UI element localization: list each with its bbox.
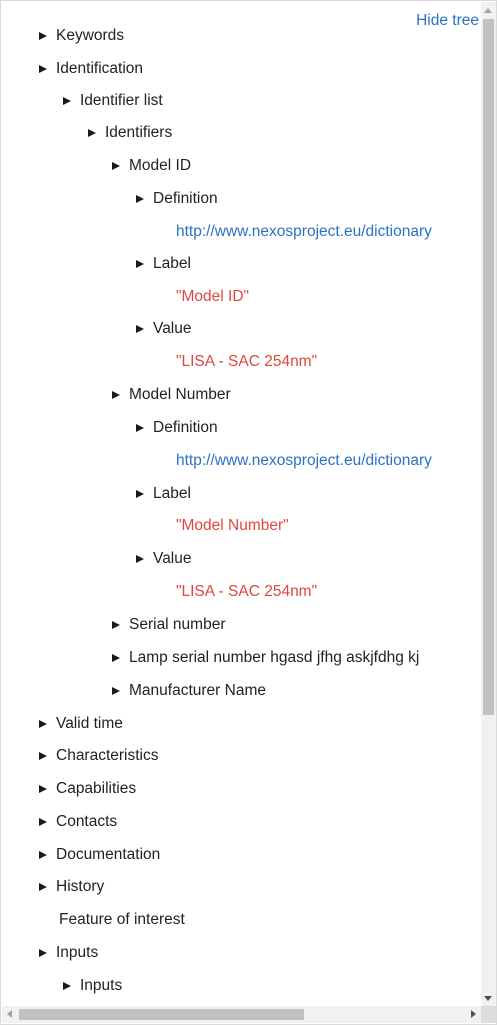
tree-node-label: Keywords xyxy=(56,27,125,44)
tree-node-label: Documentation xyxy=(56,846,161,863)
tree-node-label: Model Number xyxy=(129,386,231,403)
hide-tree-link[interactable]: Hide tree xyxy=(416,12,479,30)
tree-node-label: Identification xyxy=(56,60,144,77)
tree-node-label: Manufacturer Name xyxy=(129,682,266,699)
label-string-value: "Model Number" xyxy=(176,517,289,534)
tree-node-label: Lamp serial number hgasd jfhg askjfdhg k… xyxy=(129,649,420,666)
tree-node-keywords[interactable]: Keywords xyxy=(39,23,124,49)
scroll-left-arrow-icon[interactable] xyxy=(7,1010,12,1018)
tree-node-label: Label xyxy=(153,255,191,272)
expand-arrow-icon[interactable] xyxy=(112,391,120,399)
expand-arrow-icon[interactable] xyxy=(88,129,96,137)
tree-node-label: Contacts xyxy=(56,813,118,830)
expand-arrow-icon[interactable] xyxy=(39,752,47,760)
scrollbar-corner xyxy=(481,1006,496,1023)
tree-node-label: Label xyxy=(153,485,191,502)
tree-panel: Keywords Identification Identifier list … xyxy=(0,0,497,1025)
tree-node-feature-of-interest[interactable]: Feature of interest xyxy=(59,907,185,933)
tree-node-model-number-definition[interactable]: Definition xyxy=(136,415,218,441)
tree-node-characteristics[interactable]: Characteristics xyxy=(39,743,159,769)
tree-node-model-id[interactable]: Model ID xyxy=(112,153,191,179)
tree-node-label: Inputs xyxy=(56,944,99,961)
expand-arrow-icon[interactable] xyxy=(39,720,47,728)
tree-node-documentation[interactable]: Documentation xyxy=(39,842,160,868)
tree-node-label: Value xyxy=(153,550,192,567)
tree-node-lamp-serial-number[interactable]: Lamp serial number hgasd jfhg askjfdhg k… xyxy=(112,645,419,671)
tree-node-label: Characteristics xyxy=(56,747,159,764)
tree-node-serial-number[interactable]: Serial number xyxy=(112,612,226,638)
tree-node-label: Identifier list xyxy=(80,92,163,109)
tree-node-label: Valid time xyxy=(56,715,123,732)
expand-arrow-icon[interactable] xyxy=(63,97,71,105)
tree-node-label: Definition xyxy=(153,419,218,436)
tree-viewport: Keywords Identification Identifier list … xyxy=(2,2,482,1007)
expand-arrow-icon[interactable] xyxy=(39,785,47,793)
tree-node-contacts[interactable]: Contacts xyxy=(39,809,117,835)
expand-arrow-icon[interactable] xyxy=(39,883,47,891)
expand-arrow-icon[interactable] xyxy=(39,32,47,40)
tree-node-label: Identifiers xyxy=(105,124,173,141)
expand-arrow-icon[interactable] xyxy=(136,195,144,203)
vertical-scrollbar-thumb[interactable] xyxy=(483,19,494,715)
tree-node-label: Model ID xyxy=(129,157,192,174)
tree-node-history[interactable]: History xyxy=(39,874,104,900)
tree-node-model-id-value[interactable]: Value xyxy=(136,316,192,342)
horizontal-scrollbar-thumb[interactable] xyxy=(19,1009,304,1020)
expand-arrow-icon[interactable] xyxy=(136,424,144,432)
expand-arrow-icon[interactable] xyxy=(39,65,47,73)
definition-link[interactable]: http://www.nexosproject.eu/dictionary xyxy=(176,219,432,245)
tree-node-valid-time[interactable]: Valid time xyxy=(39,711,123,737)
definition-link[interactable]: http://www.nexosproject.eu/dictionary xyxy=(176,448,432,474)
tree-node-inputs[interactable]: Inputs xyxy=(39,940,98,966)
expand-arrow-icon[interactable] xyxy=(112,162,120,170)
expand-arrow-icon[interactable] xyxy=(39,851,47,859)
horizontal-scrollbar[interactable] xyxy=(2,1006,482,1023)
expand-arrow-icon[interactable] xyxy=(136,325,144,333)
tree-node-manufacturer-name[interactable]: Manufacturer Name xyxy=(112,678,266,704)
value-string-value: "LISA - SAC 254nm" xyxy=(176,583,318,600)
tree-node-model-number-label[interactable]: Label xyxy=(136,481,191,507)
scroll-up-arrow-icon[interactable] xyxy=(484,8,492,13)
tree-node-label: Value xyxy=(153,320,192,337)
expand-arrow-icon[interactable] xyxy=(136,260,144,268)
tree-node-label: Capabilities xyxy=(56,780,137,797)
tree-node-capabilities[interactable]: Capabilities xyxy=(39,776,136,802)
expand-arrow-icon[interactable] xyxy=(112,687,120,695)
value-string-value: "LISA - SAC 254nm" xyxy=(176,353,318,370)
expand-arrow-icon[interactable] xyxy=(136,555,144,563)
tree-node-model-id-label[interactable]: Label xyxy=(136,251,191,277)
scroll-down-arrow-icon[interactable] xyxy=(484,996,492,1001)
tree-node-label: Definition xyxy=(153,190,218,207)
expand-arrow-icon[interactable] xyxy=(136,490,144,498)
tree-node-model-number[interactable]: Model Number xyxy=(112,382,231,408)
tree-node-inputs-child[interactable]: Inputs xyxy=(63,973,122,999)
expand-arrow-icon[interactable] xyxy=(112,621,120,629)
tree-node-model-number-value[interactable]: Value xyxy=(136,546,192,572)
tree-node-identifiers[interactable]: Identifiers xyxy=(88,120,172,146)
scroll-right-arrow-icon[interactable] xyxy=(471,1010,476,1018)
tree-node-model-id-definition[interactable]: Definition xyxy=(136,186,218,212)
expand-arrow-icon[interactable] xyxy=(39,818,47,826)
expand-arrow-icon[interactable] xyxy=(63,982,71,990)
tree-node-label: Serial number xyxy=(129,616,226,633)
tree-node-identifier-list[interactable]: Identifier list xyxy=(63,88,163,114)
vertical-scrollbar[interactable] xyxy=(481,2,496,1007)
tree-node-identification[interactable]: Identification xyxy=(39,56,143,82)
expand-arrow-icon[interactable] xyxy=(39,949,47,957)
label-string-value: "Model ID" xyxy=(176,288,250,305)
expand-arrow-icon[interactable] xyxy=(112,654,120,662)
tree-node-label: History xyxy=(56,878,105,895)
tree-node-label: Inputs xyxy=(80,977,123,994)
